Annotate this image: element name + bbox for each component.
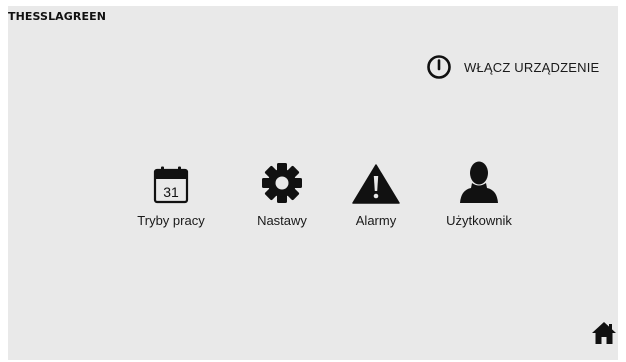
menu-label-nastawy: Nastawy — [257, 213, 307, 228]
menu-item-uzytkownik[interactable]: Użytkownik — [429, 160, 529, 228]
menu-label-tryby-pracy: Tryby pracy — [137, 213, 205, 228]
menu-item-tryby-pracy[interactable]: 31 Tryby pracy — [121, 160, 221, 228]
calendar-day-text: 31 — [163, 184, 179, 200]
menu-label-alarmy: Alarmy — [355, 213, 397, 228]
brand-logo: THESSLAGREEN — [8, 10, 107, 23]
home-icon — [591, 321, 617, 345]
calendar-icon: 31 — [153, 160, 189, 204]
home-button[interactable] — [591, 321, 617, 345]
power-on-button[interactable]: WŁĄCZ URZĄDZENIE — [426, 54, 599, 80]
warning-icon — [352, 160, 400, 204]
menu-label-uzytkownik: Użytkownik — [446, 213, 512, 228]
power-icon — [426, 54, 452, 80]
menu-item-nastawy[interactable]: Nastawy — [232, 160, 332, 228]
menu-item-alarmy[interactable]: Alarmy — [326, 160, 426, 228]
device-screen: THESSLAGREEN WŁĄCZ URZĄDZENIE 31 Tryby p… — [8, 6, 618, 360]
user-icon — [459, 160, 499, 204]
power-on-label: WŁĄCZ URZĄDZENIE — [464, 59, 600, 75]
gear-icon — [261, 160, 303, 204]
